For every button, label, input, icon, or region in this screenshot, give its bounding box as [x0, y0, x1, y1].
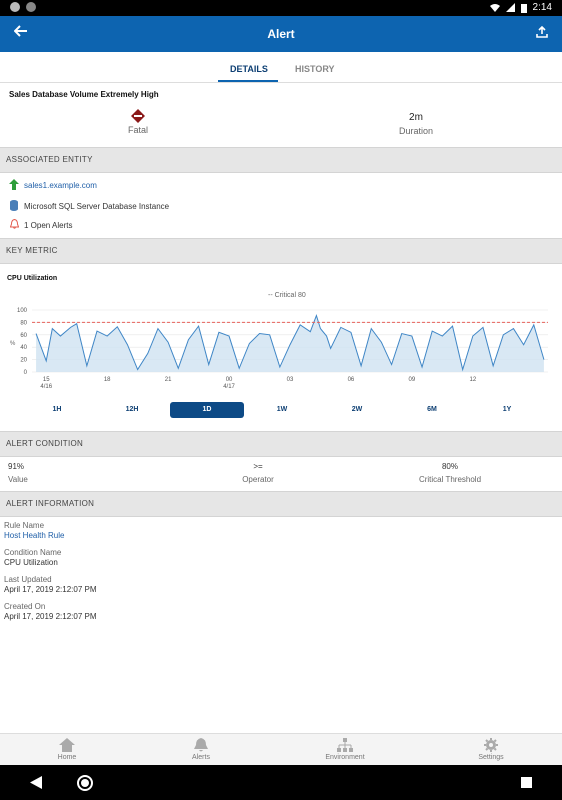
x-tick-label: 03	[287, 377, 294, 383]
open-alerts-link[interactable]: 1 Open Alerts	[24, 221, 72, 230]
upload-icon	[536, 25, 548, 38]
y-axis-unit: %	[10, 341, 16, 347]
nav-label: Alerts	[192, 754, 210, 761]
range-button-1d[interactable]: 1D	[170, 402, 244, 418]
cpu-utilization-chart[interactable]: 100 80 60 40 20 0 % 15 18 21 00 03 06 09 12 4/16 4/17	[0, 300, 562, 400]
condition-threshold: 80%	[441, 462, 458, 471]
nav-label: Environment	[325, 754, 365, 761]
section-title: ALERT INFORMATION	[6, 499, 95, 508]
arrow-up-icon	[9, 179, 19, 190]
alert-information-header: ALERT INFORMATION	[0, 491, 562, 517]
x-tick-label: 09	[409, 377, 416, 383]
x-tick-label: 00	[226, 377, 233, 383]
bell-icon	[194, 738, 208, 752]
nav-settings[interactable]: Settings	[441, 738, 541, 761]
y-tick-label: 60	[20, 333, 27, 339]
y-tick-label: 100	[17, 308, 28, 314]
condition-value-label: Value	[8, 475, 28, 484]
host-link[interactable]: sales1.example.com	[24, 181, 97, 190]
rule-name-label: Rule Name	[4, 521, 45, 530]
condition-name-label: Condition Name	[4, 548, 62, 557]
y-tick-label: 0	[24, 370, 28, 376]
bottom-navigation: Home Alerts Environment Settings	[0, 733, 562, 766]
notification-icon	[26, 2, 36, 12]
x-date-label: 4/17	[223, 384, 235, 390]
nav-environment[interactable]: Environment	[295, 738, 395, 761]
last-updated: April 17, 2019 2:12:07 PM	[4, 585, 97, 594]
status-bar: 2:14	[0, 0, 562, 16]
bell-icon	[10, 219, 19, 229]
database-instance: Microsoft SQL Server Database Instance	[24, 202, 170, 211]
created-on: April 17, 2019 2:12:07 PM	[4, 612, 97, 621]
alert-name: Sales Database Volume Extremely High	[9, 90, 159, 99]
chart-legend-critical: -- Critical 80	[268, 292, 306, 299]
hierarchy-icon	[337, 738, 353, 752]
battery-icon	[520, 3, 527, 13]
page-title: Alert	[267, 27, 295, 41]
tab-bar: DETAILS HISTORY	[0, 52, 562, 83]
database-icon	[10, 200, 18, 211]
range-button-1y[interactable]: 1Y	[470, 402, 544, 418]
key-metric-header: KEY METRIC	[0, 238, 562, 264]
last-updated-label: Last Updated	[4, 575, 52, 584]
x-date-label: 4/16	[40, 384, 52, 390]
condition-operator: >=	[253, 462, 263, 471]
y-tick-label: 20	[20, 358, 27, 364]
duration-label: Duration	[398, 126, 434, 136]
x-tick-label: 21	[165, 377, 172, 383]
gear-icon	[484, 738, 498, 752]
duration-value: 2m	[409, 112, 423, 123]
nav-label: Settings	[478, 754, 504, 761]
condition-name: CPU Utilization	[4, 558, 58, 567]
notification-icon	[10, 2, 20, 12]
share-button[interactable]	[536, 25, 548, 43]
wifi-icon	[489, 4, 500, 12]
x-tick-label: 18	[104, 377, 111, 383]
y-tick-label: 40	[20, 345, 27, 351]
section-title: KEY METRIC	[6, 246, 58, 255]
condition-threshold-label: Critical Threshold	[418, 475, 482, 484]
associated-entity-header: ASSOCIATED ENTITY	[0, 147, 562, 173]
nav-home[interactable]: Home	[17, 738, 117, 761]
metric-name: CPU Utilization	[7, 275, 58, 282]
y-tick-label: 80	[20, 320, 27, 326]
system-recents-icon[interactable]	[521, 777, 532, 788]
created-on-label: Created On	[4, 602, 46, 611]
severity-label: Fatal	[127, 125, 148, 135]
app-bar: Alert	[0, 16, 562, 52]
nav-alerts[interactable]: Alerts	[151, 738, 251, 761]
tab-details[interactable]: DETAILS	[230, 64, 268, 74]
alert-condition-header: ALERT CONDITION	[0, 431, 562, 457]
system-back-icon[interactable]	[30, 776, 42, 789]
active-tab-indicator	[218, 80, 278, 82]
section-title: ASSOCIATED ENTITY	[6, 155, 93, 164]
range-button-6m[interactable]: 6M	[395, 402, 469, 418]
clock: 2:14	[532, 2, 552, 13]
condition-operator-label: Operator	[242, 475, 274, 484]
signal-icon	[505, 3, 515, 12]
range-button-12h[interactable]: 12H	[95, 402, 169, 418]
range-button-1h[interactable]: 1H	[20, 402, 94, 418]
range-button-1w[interactable]: 1W	[245, 402, 319, 418]
rule-name-link[interactable]: Host Health Rule	[4, 531, 64, 540]
x-tick-label: 12	[469, 377, 476, 383]
system-home-icon[interactable]	[76, 774, 94, 792]
home-icon	[59, 738, 75, 752]
x-tick-label: 06	[348, 377, 355, 383]
system-navigation-bar	[0, 765, 562, 800]
x-tick-label: 15	[43, 377, 50, 383]
tab-history[interactable]: HISTORY	[295, 64, 335, 74]
fatal-severity-icon	[131, 109, 145, 123]
section-title: ALERT CONDITION	[6, 439, 84, 448]
condition-value: 91%	[8, 462, 25, 471]
range-button-2w[interactable]: 2W	[320, 402, 394, 418]
nav-label: Home	[57, 754, 77, 761]
